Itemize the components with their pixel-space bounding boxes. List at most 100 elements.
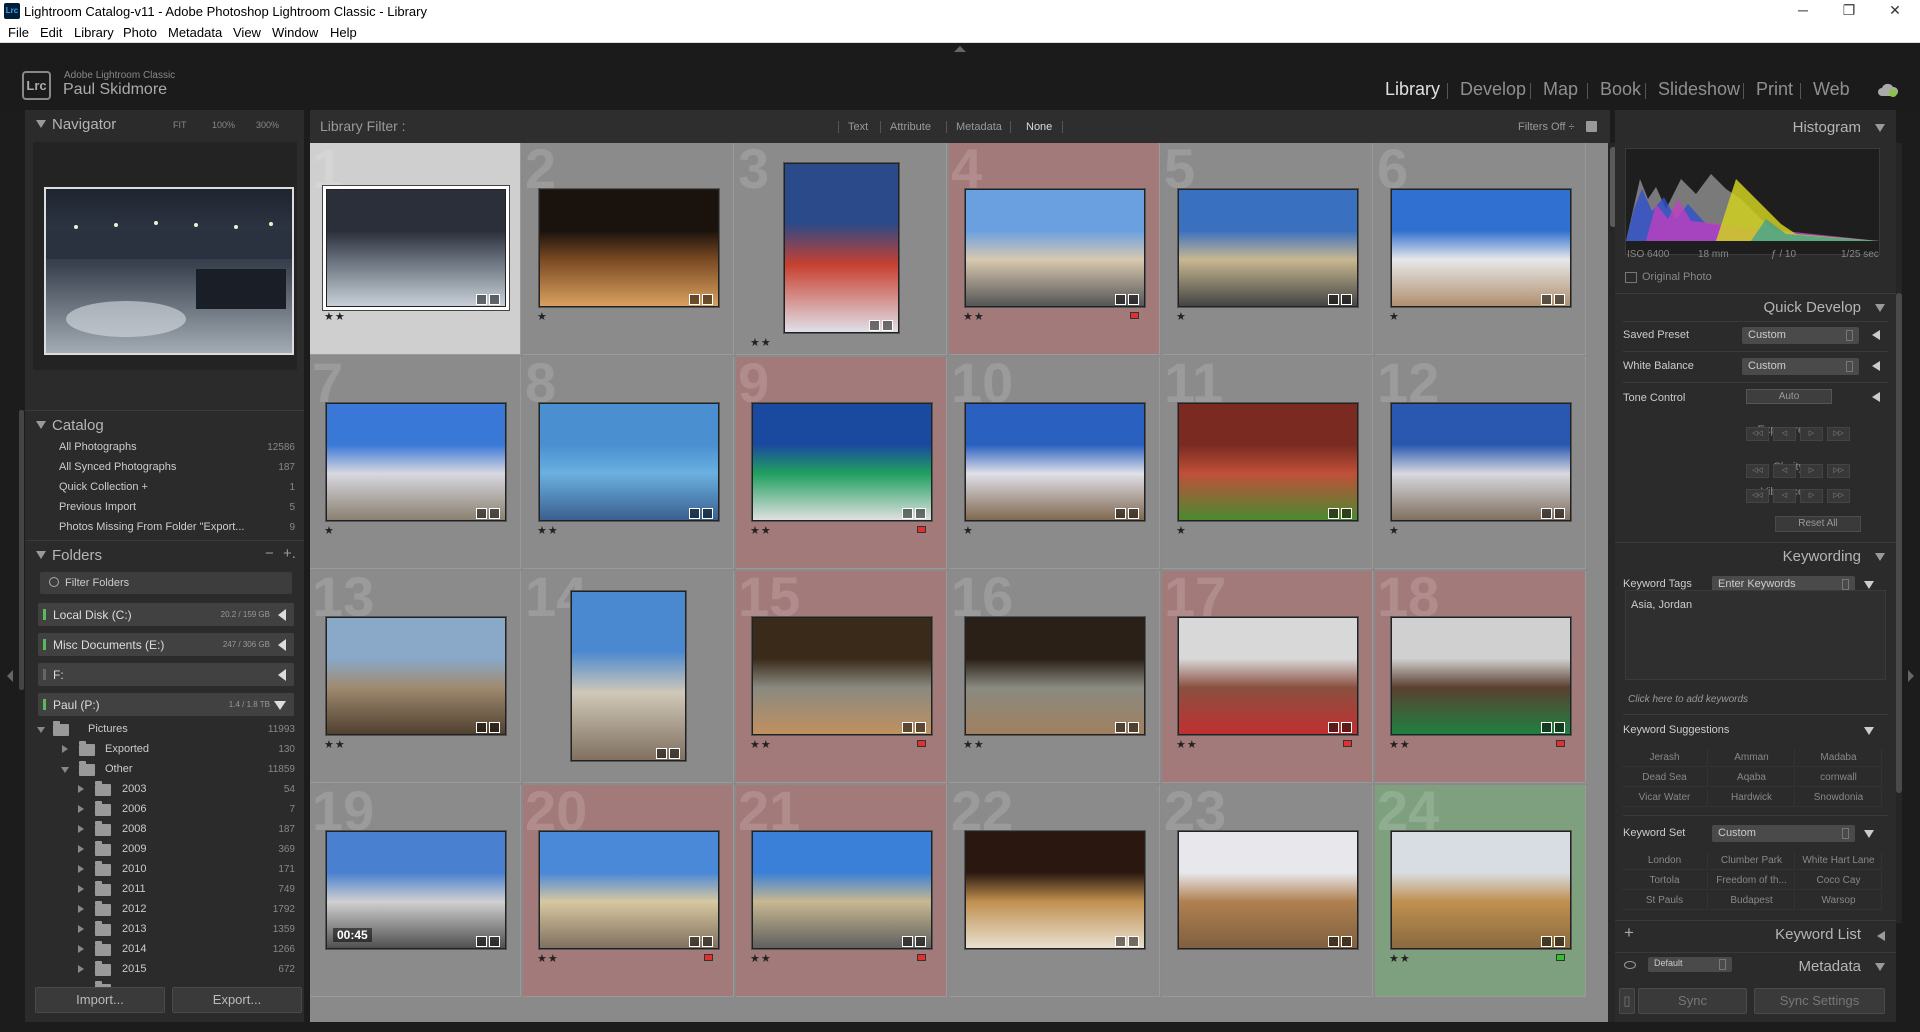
disclosure-triangle-icon[interactable]	[78, 825, 84, 833]
keyword-suggestion[interactable]: Jerash	[1622, 749, 1708, 767]
collapse-arrow-icon[interactable]	[274, 701, 286, 710]
red-color-label[interactable]	[704, 954, 713, 961]
disclosure-triangle-icon[interactable]	[78, 965, 84, 973]
expand-arrow-icon[interactable]	[278, 639, 286, 651]
red-color-label[interactable]	[1343, 740, 1352, 747]
photo-thumbnail[interactable]	[965, 617, 1145, 735]
eye-icon[interactable]	[1624, 961, 1636, 969]
photo-thumbnail[interactable]	[752, 403, 932, 521]
decrease-button[interactable]: ◁	[1773, 427, 1796, 441]
develop-badge-icon[interactable]	[489, 294, 500, 305]
star-rating[interactable]: ★★	[537, 952, 559, 965]
catalog-header[interactable]: Catalog	[25, 410, 304, 438]
keyword-suggestion[interactable]: Amman	[1709, 749, 1795, 767]
add-folder-button[interactable]: +.	[283, 545, 296, 562]
decrease-large-button[interactable]: ◁◁	[1746, 489, 1769, 503]
filter-text[interactable]: Text	[848, 121, 868, 133]
photo-thumbnail[interactable]	[1391, 831, 1571, 949]
volume-f[interactable]: F:	[38, 663, 294, 686]
menu-help[interactable]: Help	[330, 25, 357, 40]
develop-badge-icon[interactable]	[489, 508, 500, 519]
keyword-badge-icon[interactable]	[656, 748, 667, 759]
keywords-textarea[interactable]: Asia, Jordan	[1625, 590, 1886, 680]
volume-local-disk-c[interactable]: Local Disk (C:) 20.2 / 159 GB	[38, 603, 294, 626]
photo-thumbnail[interactable]	[965, 831, 1145, 949]
increase-large-button[interactable]: ▷▷	[1827, 464, 1850, 478]
folder-row[interactable]: 2010 171	[25, 860, 304, 880]
star-rating[interactable]: ★★	[750, 738, 772, 751]
decrease-button[interactable]: ◁	[1773, 464, 1796, 478]
red-color-label[interactable]	[1556, 740, 1565, 747]
keyword-suggestion[interactable]: Vicar Water	[1622, 789, 1708, 807]
filter-none[interactable]: None	[1026, 121, 1052, 133]
collapse-triangle-icon[interactable]	[1875, 963, 1885, 971]
keyword-badge-icon[interactable]	[689, 508, 700, 519]
keyword-set-item[interactable]: Clumber Park	[1709, 852, 1795, 870]
expand-triangle-icon[interactable]	[1877, 931, 1885, 941]
grid-cell[interactable]: 8 ★★	[523, 357, 734, 569]
keyword-badge-icon[interactable]	[1115, 294, 1126, 305]
increase-button[interactable]: ▷	[1800, 464, 1823, 478]
grid-cell[interactable]: 24 ★★	[1375, 785, 1586, 997]
star-rating[interactable]: ★	[1389, 310, 1400, 323]
keyword-set-select[interactable]: Custom	[1712, 825, 1855, 842]
metadata-preset-select[interactable]: Default	[1648, 957, 1732, 972]
collapse-top-panel-icon[interactable]	[954, 46, 966, 52]
folder-row[interactable]: 2013 1359	[25, 920, 304, 940]
collapse-triangle-icon[interactable]	[36, 120, 46, 128]
catalog-item-all-synced[interactable]: All Synced Photographs 187	[25, 458, 304, 478]
collapse-right-panel-icon[interactable]	[1908, 670, 1914, 682]
photo-thumbnail[interactable]	[1391, 403, 1571, 521]
star-rating[interactable]: ★★	[537, 524, 559, 537]
photo-thumbnail[interactable]	[539, 403, 719, 521]
collapse-triangle-icon[interactable]	[1875, 304, 1885, 312]
keyword-suggestion[interactable]: Aqaba	[1709, 769, 1795, 787]
star-rating[interactable]: ★	[963, 524, 974, 537]
keyword-badge-icon[interactable]	[902, 508, 913, 519]
folder-row[interactable]: 2011 749	[25, 880, 304, 900]
develop-badge-icon[interactable]	[702, 936, 713, 947]
folder-row[interactable]: Exported 130	[25, 740, 304, 760]
disclosure-triangle-icon[interactable]	[78, 845, 84, 853]
star-rating[interactable]: ★★	[750, 524, 772, 537]
develop-badge-icon[interactable]	[1554, 508, 1565, 519]
star-rating[interactable]: ★	[1176, 524, 1187, 537]
photo-thumbnail[interactable]	[1178, 831, 1358, 949]
disclosure-triangle-icon[interactable]	[37, 727, 45, 733]
star-rating[interactable]: ★★	[963, 738, 985, 751]
menu-photo[interactable]: Photo	[123, 25, 157, 40]
keywording-header[interactable]: Keywording	[1615, 542, 1896, 568]
folder-row[interactable]: 2015 672	[25, 960, 304, 980]
keyword-badge-icon[interactable]	[902, 936, 913, 947]
grid-cell[interactable]: 5 ★	[1162, 143, 1373, 355]
folder-row[interactable]: 2008 187	[25, 820, 304, 840]
histogram-header[interactable]: Histogram	[1615, 114, 1896, 140]
star-rating[interactable]: ★	[1176, 310, 1187, 323]
photo-thumbnail[interactable]	[965, 189, 1145, 307]
photo-thumbnail[interactable]	[1178, 189, 1358, 307]
keyword-suggestion[interactable]: Snowdonia	[1796, 789, 1882, 807]
develop-badge-icon[interactable]	[1554, 294, 1565, 305]
volume-misc-documents-e[interactable]: Misc Documents (E:) 247 / 306 GB	[38, 633, 294, 656]
red-color-label[interactable]	[1130, 312, 1139, 319]
grid-cell[interactable]: 17 ★★	[1162, 571, 1373, 783]
develop-badge-icon[interactable]	[1128, 936, 1139, 947]
star-rating[interactable]: ★★	[1389, 952, 1411, 965]
disclosure-triangle-icon[interactable]	[78, 945, 84, 953]
lock-icon[interactable]	[1586, 121, 1597, 132]
grid-cell[interactable]: 12 ★	[1375, 357, 1586, 569]
increase-button[interactable]: ▷	[1800, 489, 1823, 503]
scrollbar-thumb[interactable]	[1896, 293, 1902, 793]
module-print[interactable]: Print	[1756, 79, 1793, 100]
develop-badge-icon[interactable]	[882, 320, 893, 331]
grid-cell[interactable]: 23	[1162, 785, 1373, 997]
grid-cell[interactable]: 22	[949, 785, 1160, 997]
grid-cell[interactable]: 3 ★★	[736, 143, 947, 355]
decrease-large-button[interactable]: ◁◁	[1746, 464, 1769, 478]
grid-cell[interactable]: 13 ★★	[310, 571, 521, 783]
close-button[interactable]: ✕	[1872, 0, 1918, 22]
menu-view[interactable]: View	[233, 25, 261, 40]
develop-badge-icon[interactable]	[1341, 936, 1352, 947]
grid-cell[interactable]: 2 ★	[523, 143, 734, 355]
keyword-badge-icon[interactable]	[476, 508, 487, 519]
